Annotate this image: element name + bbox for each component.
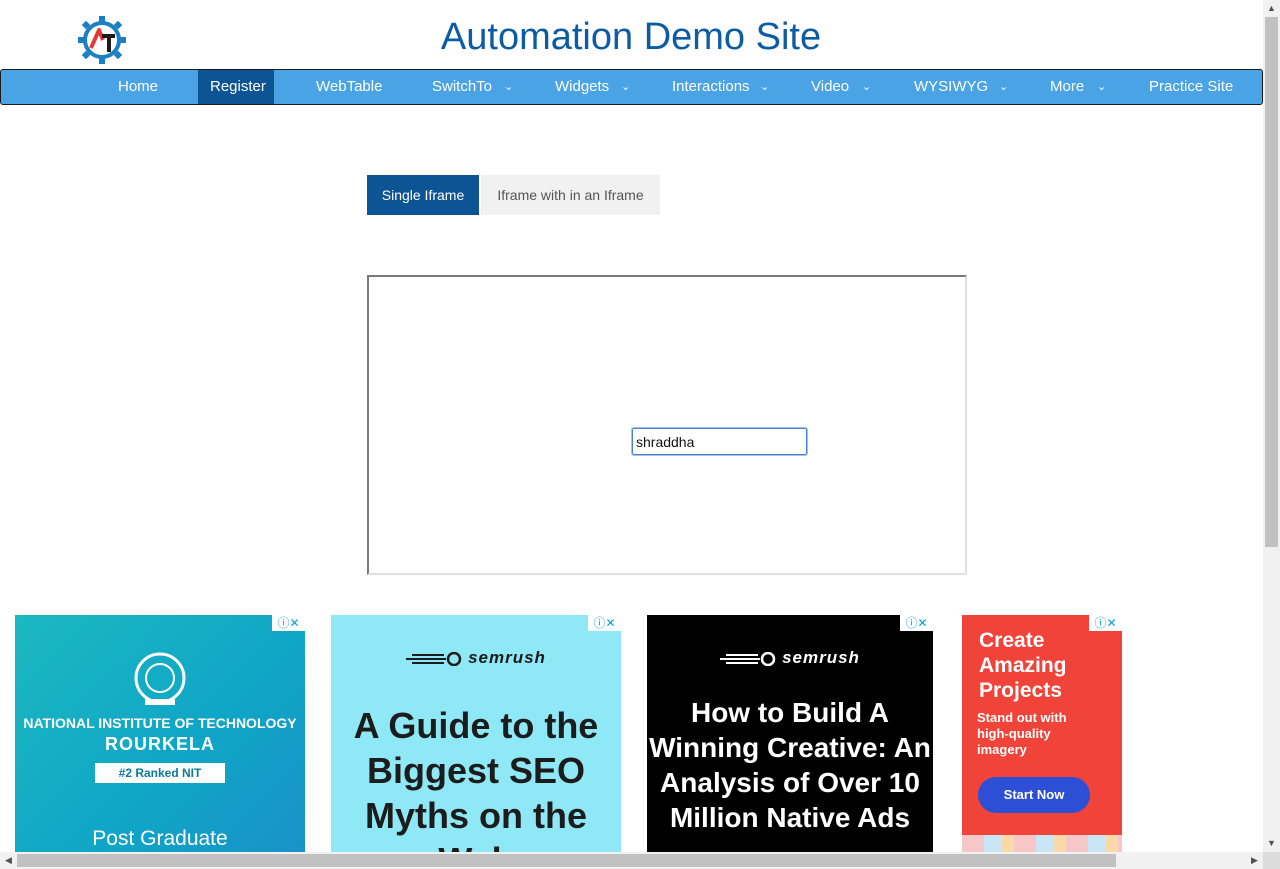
chevron-down-icon: ⌄ bbox=[999, 81, 1009, 93]
nav-register-label: Register bbox=[210, 78, 266, 95]
nav-webtable[interactable]: WebTable bbox=[316, 70, 382, 104]
main-nav: Home Register WebTable SwitchTo ⌄ Widget… bbox=[0, 69, 1263, 105]
scroll-down-icon[interactable]: ▼ bbox=[1263, 835, 1280, 852]
vertical-scroll-thumb[interactable] bbox=[1265, 17, 1278, 547]
nav-video[interactable]: Video ⌄ bbox=[811, 70, 876, 104]
scroll-left-icon[interactable]: ◀ bbox=[0, 852, 17, 869]
nav-register[interactable]: Register bbox=[198, 70, 274, 104]
single-iframe bbox=[367, 275, 967, 575]
ad4-subtext: Stand out with high-quality imagery bbox=[977, 710, 1067, 757]
semrush-logo: semrush bbox=[331, 648, 621, 668]
nav-widgets[interactable]: Widgets ⌄ bbox=[555, 70, 635, 104]
page-title: Automation Demo Site bbox=[440, 16, 822, 58]
nav-interactions-label: Interactions bbox=[672, 78, 750, 95]
ad1-ribbon: #2 Ranked NIT bbox=[95, 763, 225, 783]
ad-close-icon[interactable]: ⓘ✕ bbox=[900, 615, 933, 631]
nav-home-label: Home bbox=[118, 78, 159, 95]
chevron-down-icon: ⌄ bbox=[621, 81, 631, 93]
scroll-up-icon[interactable]: ▲ bbox=[1263, 0, 1280, 17]
chevron-down-icon: ⌄ bbox=[504, 81, 514, 93]
semrush-flame-icon bbox=[406, 651, 462, 666]
ad1-line3: Post Graduate bbox=[92, 827, 228, 850]
horizontal-scrollbar[interactable]: ◀ ▶ bbox=[0, 852, 1263, 869]
ad-close-icon[interactable]: ⓘ✕ bbox=[272, 615, 305, 631]
ad1-line2: ROURKELA bbox=[105, 734, 215, 754]
ad4-image-strip bbox=[962, 835, 1122, 852]
scrollbar-corner bbox=[1263, 852, 1280, 869]
semrush-flame-icon bbox=[720, 651, 776, 666]
nav-more[interactable]: More ⌄ bbox=[1050, 70, 1110, 104]
nav-interactions[interactable]: Interactions ⌄ bbox=[672, 70, 772, 104]
tab-iframe-in-iframe[interactable]: Iframe with in an Iframe bbox=[481, 175, 660, 215]
ad-semrush-creative[interactable]: ⓘ✕ semrush How to Build A Winning Creati… bbox=[647, 615, 933, 852]
chevron-down-icon: ⌄ bbox=[862, 81, 872, 93]
start-now-button[interactable]: Start Now bbox=[978, 777, 1090, 813]
chevron-down-icon: ⌄ bbox=[1097, 81, 1107, 93]
iframe-text-input[interactable] bbox=[631, 427, 808, 456]
nav-more-label: More bbox=[1050, 78, 1085, 95]
ad-close-icon[interactable]: ⓘ✕ bbox=[588, 615, 621, 631]
nav-video-label: Video bbox=[811, 78, 850, 95]
tab-single-iframe[interactable]: Single Iframe bbox=[367, 175, 479, 215]
horizontal-scroll-thumb[interactable] bbox=[17, 854, 1116, 867]
nav-wysiwyg[interactable]: WYSIWYG ⌄ bbox=[914, 70, 1011, 104]
semrush-logo: semrush bbox=[647, 648, 933, 668]
page: Automation Demo Site Home Register WebTa… bbox=[0, 0, 1280, 869]
nav-switchto[interactable]: SwitchTo ⌄ bbox=[432, 70, 517, 104]
nav-practice-site-label: Practice Site bbox=[1149, 78, 1234, 95]
ad4-headline: Create Amazing Projects bbox=[979, 629, 1067, 702]
ad2-brand: semrush bbox=[468, 648, 546, 667]
nav-wysiwyg-label: WYSIWYG bbox=[914, 78, 989, 95]
vertical-scrollbar[interactable]: ▲ ▼ bbox=[1263, 0, 1280, 852]
ad3-brand: semrush bbox=[782, 648, 860, 667]
ad-semrush-seo[interactable]: ⓘ✕ semrush A Guide to the Biggest SEO My… bbox=[331, 615, 621, 852]
ad3-headline: How to Build A Winning Creative: An Anal… bbox=[649, 697, 931, 833]
nav-switchto-label: SwitchTo bbox=[432, 78, 493, 95]
nav-widgets-label: Widgets bbox=[555, 78, 610, 95]
nav-webtable-label: WebTable bbox=[316, 78, 383, 95]
scroll-right-icon[interactable]: ▶ bbox=[1246, 852, 1263, 869]
ad-nit-rourkela[interactable]: ⓘ✕ NATIONAL INSTITUTE OF TECHNOLOGY ROUR… bbox=[15, 615, 305, 852]
ad-close-icon[interactable]: ⓘ✕ bbox=[1089, 615, 1122, 631]
ad-create-projects[interactable]: ⓘ✕ Create Amazing Projects Stand out wit… bbox=[962, 615, 1122, 852]
chevron-down-icon: ⌄ bbox=[760, 81, 770, 93]
nav-home[interactable]: Home bbox=[118, 70, 158, 104]
ad1-line1: NATIONAL INSTITUTE OF TECHNOLOGY bbox=[23, 715, 297, 731]
nav-practice-site[interactable]: Practice Site bbox=[1149, 70, 1233, 104]
ad2-headline: A Guide to the Biggest SEO Myths on the … bbox=[353, 705, 599, 852]
nit-seal-icon bbox=[134, 652, 186, 705]
